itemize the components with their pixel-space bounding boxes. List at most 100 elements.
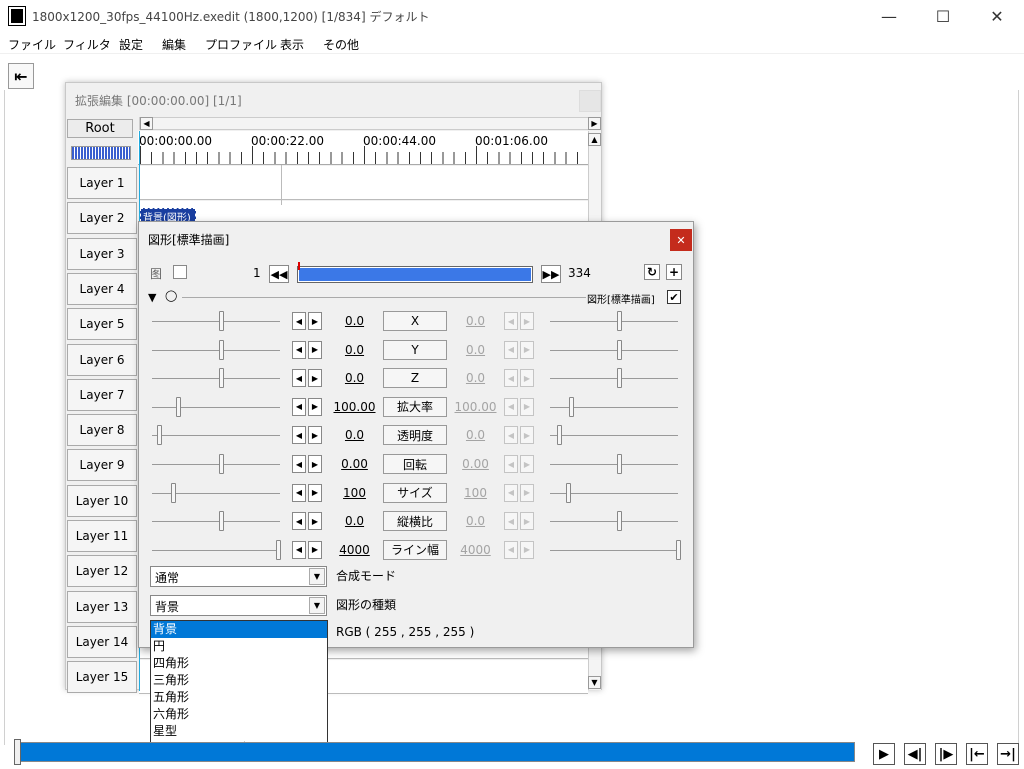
decrement-icon[interactable]: ◀: [292, 369, 306, 388]
end-value[interactable]: 0.0: [453, 314, 498, 328]
chevron-down-icon[interactable]: ▼: [309, 568, 325, 585]
increment-icon[interactable]: ▶: [308, 483, 322, 502]
decrement-icon[interactable]: ◀: [292, 540, 306, 559]
close-icon[interactable]: ✕: [670, 229, 692, 251]
dropdown-option[interactable]: 五角形: [151, 689, 327, 706]
increment-icon[interactable]: ▶: [308, 426, 322, 445]
dropdown-option[interactable]: 背景: [151, 621, 327, 638]
decrement-icon[interactable]: ◀: [504, 455, 518, 473]
param-button[interactable]: ライン幅: [383, 539, 447, 560]
increment-icon[interactable]: ▶: [520, 483, 534, 502]
decrement-icon[interactable]: ◀: [292, 312, 306, 330]
start-value[interactable]: 0.0: [332, 428, 377, 442]
dropdown-option[interactable]: 円: [151, 638, 327, 655]
scroll-up-icon[interactable]: ▲: [588, 133, 601, 146]
split-icon[interactable]: 图: [150, 265, 164, 281]
increment-icon[interactable]: ▶: [308, 312, 322, 330]
layer-header[interactable]: Layer 6: [67, 343, 137, 376]
slider-start-thumb[interactable]: [219, 368, 224, 389]
increment-icon[interactable]: ▶: [308, 397, 322, 416]
param-button[interactable]: 拡大率: [383, 396, 447, 417]
param-button[interactable]: 回転: [383, 454, 447, 474]
decrement-icon[interactable]: ◀: [504, 312, 518, 330]
increment-icon[interactable]: ▶: [520, 397, 534, 416]
dropdown-option[interactable]: 三角形: [151, 672, 327, 689]
param-button[interactable]: 透明度: [383, 425, 447, 446]
end-value[interactable]: 100: [453, 486, 498, 500]
param-button[interactable]: X: [383, 311, 447, 331]
end-value[interactable]: 0.0: [453, 428, 498, 442]
increment-icon[interactable]: ▶: [308, 369, 322, 388]
slider-end-thumb[interactable]: [566, 482, 571, 503]
end-value[interactable]: 0.0: [453, 371, 498, 385]
start-value[interactable]: 0.0: [332, 514, 377, 528]
start-value[interactable]: 0.0: [332, 343, 377, 357]
decrement-icon[interactable]: ◀: [292, 340, 306, 359]
timeline-hscroll[interactable]: [139, 117, 601, 130]
layer-header[interactable]: Layer 11: [67, 520, 137, 552]
slider-start-thumb[interactable]: [157, 425, 162, 446]
seek-bar[interactable]: [19, 742, 855, 762]
decrement-icon[interactable]: ◀: [292, 455, 306, 473]
prev-frame-icon[interactable]: ◀|: [904, 743, 926, 765]
layer-header[interactable]: Layer 5: [67, 308, 137, 341]
play-icon[interactable]: ▶: [873, 743, 895, 765]
layer-header[interactable]: Layer 3: [67, 237, 137, 270]
slider-start-thumb[interactable]: [171, 482, 176, 503]
jump-start-icon[interactable]: ⇤: [8, 63, 34, 89]
increment-icon[interactable]: ▶: [308, 512, 322, 531]
slider-end-thumb[interactable]: [617, 454, 622, 474]
color-value[interactable]: RGB ( 255 , 255 , 255 ): [336, 625, 474, 639]
start-value[interactable]: 100.00: [332, 400, 377, 414]
shape-type-select[interactable]: 背景 ▼: [150, 595, 327, 616]
add-filter-icon[interactable]: +: [666, 264, 682, 280]
decrement-icon[interactable]: ◀: [504, 340, 518, 359]
decrement-icon[interactable]: ◀: [504, 512, 518, 531]
increment-icon[interactable]: ▶: [308, 455, 322, 473]
start-value[interactable]: 0.00: [332, 457, 377, 471]
param-button[interactable]: Z: [383, 368, 447, 389]
increment-icon[interactable]: ▶: [308, 340, 322, 359]
start-value[interactable]: 100: [332, 486, 377, 500]
scroll-left-icon[interactable]: ◀: [140, 117, 153, 130]
param-button[interactable]: サイズ: [383, 482, 447, 503]
zoom-slider[interactable]: [71, 146, 131, 160]
layer-header[interactable]: Layer 8: [67, 414, 137, 447]
slider-start-thumb[interactable]: [176, 396, 181, 417]
slider-end-thumb[interactable]: [617, 339, 622, 360]
dropdown-option[interactable]: 四角形: [151, 655, 327, 672]
camera-control-icon[interactable]: ↻: [644, 264, 660, 280]
jump-start-icon[interactable]: |←: [966, 743, 988, 765]
end-value[interactable]: 4000: [453, 543, 498, 557]
increment-icon[interactable]: ▶: [520, 540, 534, 559]
increment-icon[interactable]: ▶: [520, 426, 534, 445]
end-value[interactable]: 0.0: [453, 514, 498, 528]
start-value[interactable]: 0.0: [332, 314, 377, 328]
slider-start-thumb[interactable]: [276, 539, 281, 560]
menu-file[interactable]: ファイル: [8, 36, 56, 53]
decrement-icon[interactable]: ◀: [292, 397, 306, 416]
start-value[interactable]: 4000: [332, 543, 377, 557]
layer-header[interactable]: Layer 14: [67, 625, 137, 658]
collapse-icon[interactable]: ▼: [148, 291, 156, 304]
increment-icon[interactable]: ▶: [520, 340, 534, 359]
dropdown-option[interactable]: 六角形: [151, 706, 327, 723]
menu-filter[interactable]: フィルタ: [63, 36, 111, 53]
end-value[interactable]: 100.00: [453, 400, 498, 414]
slider-start-thumb[interactable]: [219, 311, 224, 331]
menu-profile[interactable]: プロファイル: [205, 36, 277, 53]
slider-start-thumb[interactable]: [219, 454, 224, 474]
slider-end-thumb[interactable]: [617, 311, 622, 331]
decrement-icon[interactable]: ◀: [504, 397, 518, 416]
slider-end-thumb[interactable]: [617, 368, 622, 389]
section-enable-checkbox[interactable]: ✔: [667, 290, 681, 304]
menu-other[interactable]: その他: [323, 36, 359, 53]
decrement-icon[interactable]: ◀: [504, 369, 518, 388]
layer-header[interactable]: Layer 12: [67, 555, 137, 588]
layer-header[interactable]: Layer 4: [67, 272, 137, 305]
chevron-down-icon[interactable]: ▼: [309, 597, 325, 614]
fast-forward-icon[interactable]: ▶▶: [541, 265, 561, 283]
menu-edit[interactable]: 編集: [162, 36, 186, 53]
layer-header[interactable]: Layer 10: [67, 484, 137, 517]
end-value[interactable]: 0.0: [453, 343, 498, 357]
